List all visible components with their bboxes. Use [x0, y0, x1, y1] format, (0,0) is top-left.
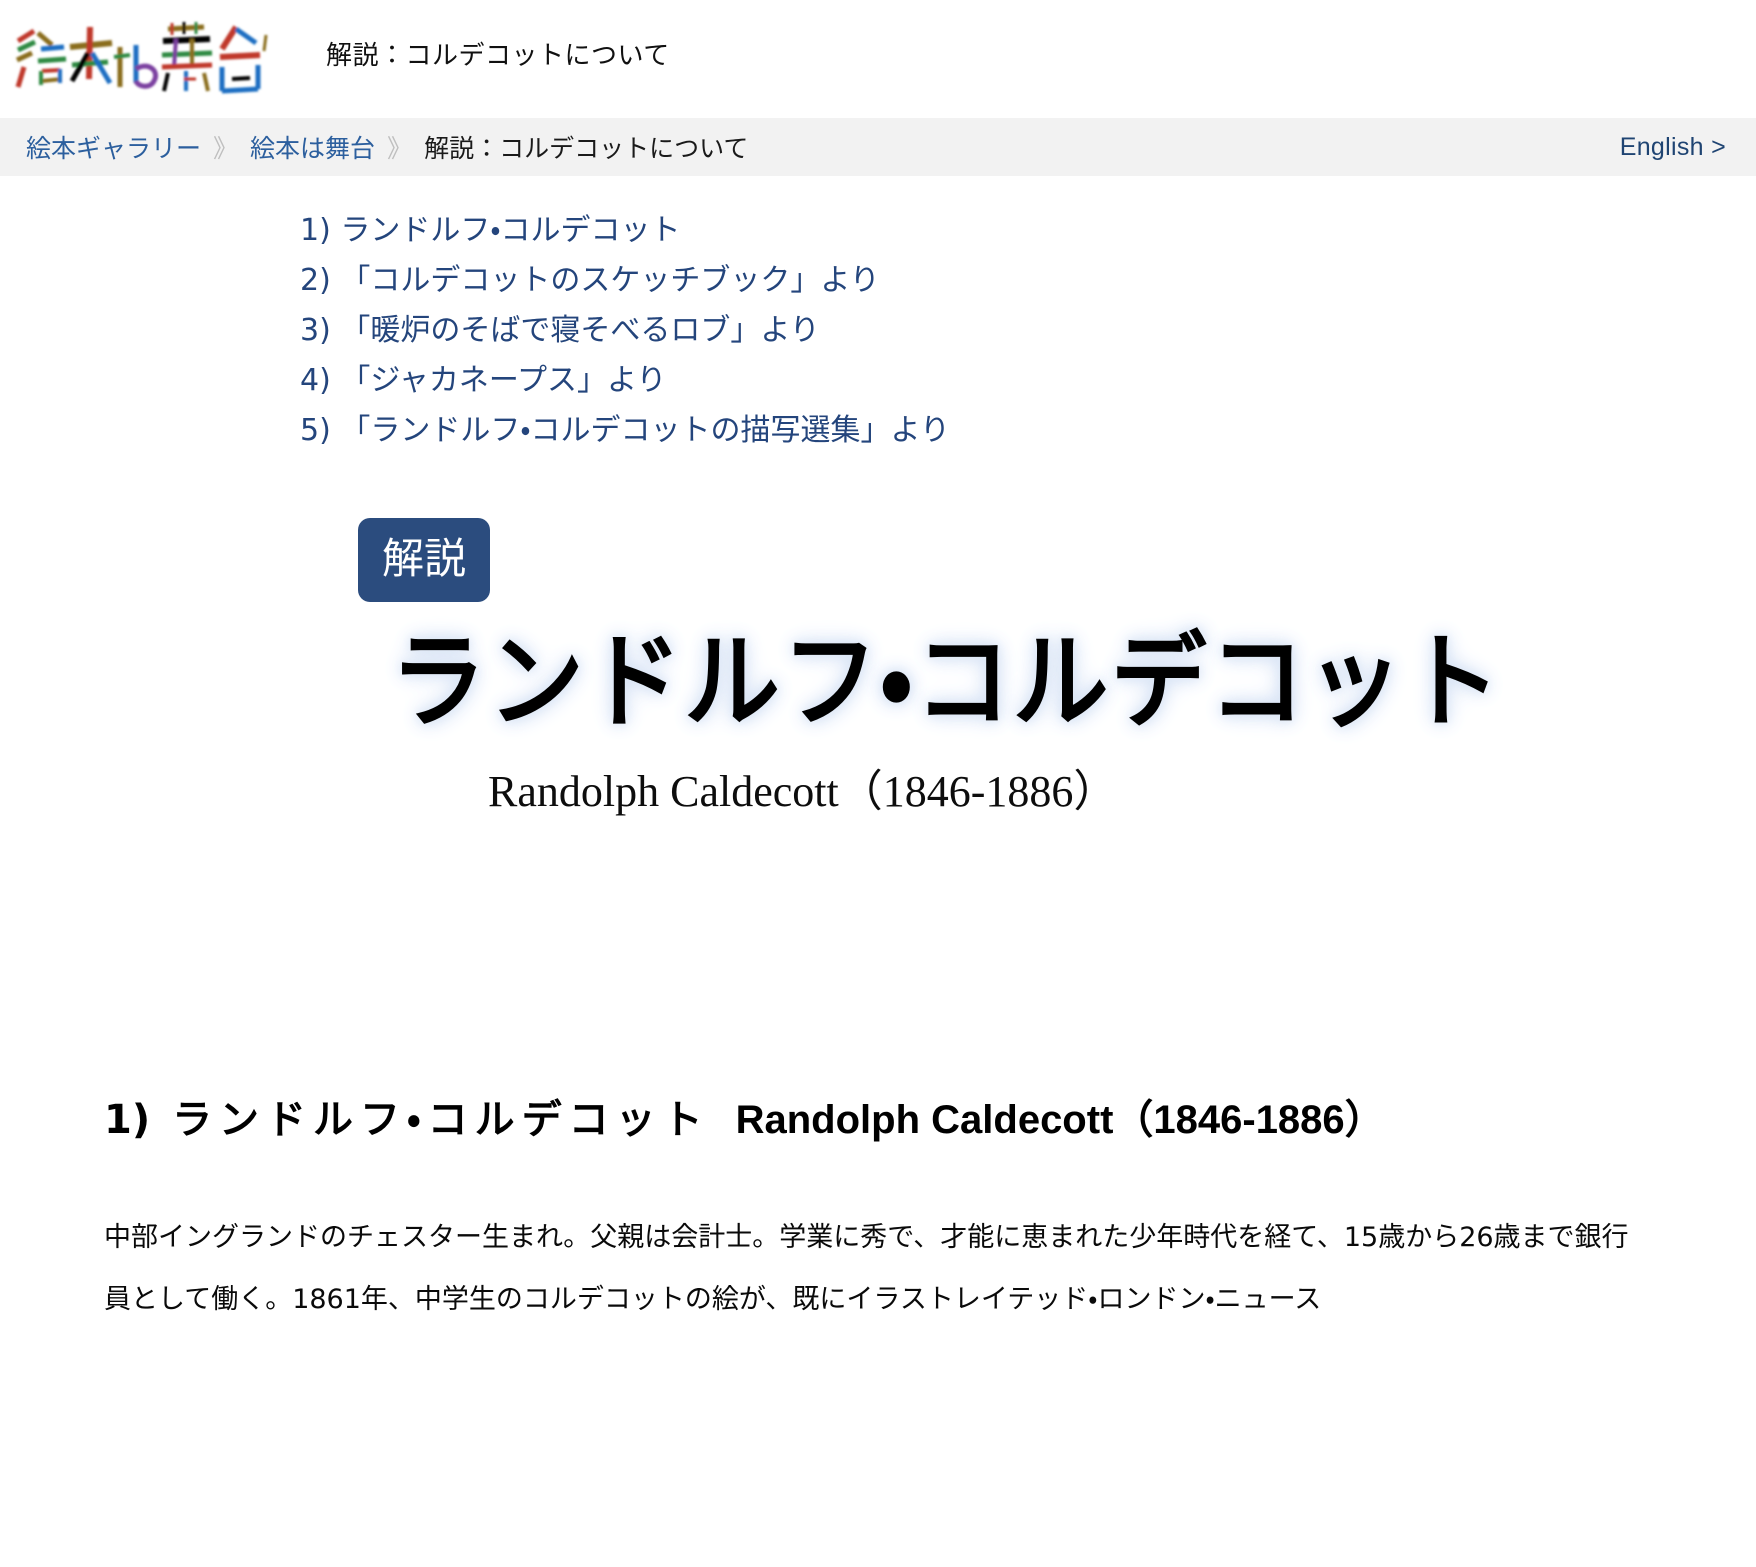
main-content: 1) ランドルフ・コルデコット 2) 「コルデコットのスケッチブック」より 3)…: [0, 176, 1756, 1331]
breadcrumb-item-gallery[interactable]: 絵本ギャラリー: [26, 129, 201, 165]
toc-item-2-label: 「コルデコットのスケッチブック」より: [340, 263, 880, 298]
feature-title-art: ランドルフ・コルデコット Randolph Caldecott（1846-188…: [0, 628, 1756, 819]
toc-item-5-number: 5): [300, 413, 331, 448]
breadcrumb: 絵本ギャラリー 》 絵本は舞台 》 解説：コルデコットについて: [26, 129, 748, 165]
feature-badge-wrap: 解説: [0, 518, 1756, 602]
toc-item-3[interactable]: 3) 「暖炉のそばで寝そべるロブ」より: [0, 306, 1756, 356]
toc-item-1[interactable]: 1) ランドルフ・コルデコット: [0, 206, 1756, 256]
section-body: 中部イングランドのチェスター生まれ。父親は会計士。学業に秀で、才能に恵まれた少年…: [0, 1145, 1756, 1331]
toc-item-5-label: 「ランドルフ・コルデコットの描写選集」より: [340, 413, 950, 448]
breadcrumb-separator-2: 》: [387, 134, 413, 163]
breadcrumb-item-ehon-wa-butai[interactable]: 絵本は舞台: [250, 129, 375, 165]
toc-item-2[interactable]: 2) 「コルデコットのスケッチブック」より: [0, 256, 1756, 306]
toc-item-1-number: 1): [300, 213, 331, 248]
feature-title-english: Randolph Caldecott（1846-1886）: [488, 766, 1118, 816]
toc-item-3-label: 「暖炉のそばで寝そべるロブ」より: [340, 313, 820, 348]
section-heading-english: Randolph Caldecott（1846-1886）: [735, 1097, 1385, 1142]
toc-item-4-number: 4): [300, 363, 331, 398]
section-heading-number: 1): [104, 1096, 151, 1143]
table-of-contents: 1) ランドルフ・コルデコット 2) 「コルデコットのスケッチブック」より 3)…: [0, 176, 1756, 456]
toc-item-3-number: 3): [300, 313, 331, 348]
breadcrumb-item-current: 解説：コルデコットについて: [424, 134, 749, 163]
toc-item-1-label: ランドルフ・コルデコット: [340, 213, 681, 248]
toc-item-5[interactable]: 5) 「ランドルフ・コルデコットの描写選集」より: [0, 406, 1756, 456]
section-body-paragraph: 中部イングランドのチェスター生まれ。父親は会計士。学業に秀で、才能に恵まれた少年…: [104, 1221, 1629, 1315]
site-header: 解説：コルデコットについて: [0, 0, 1756, 118]
feature-title-japanese: ランドルフ・コルデコット: [390, 621, 1503, 743]
breadcrumb-separator-1: 》: [213, 134, 239, 163]
toc-item-2-number: 2): [300, 263, 331, 298]
toc-item-4[interactable]: 4) 「ジャカネープス」より: [0, 356, 1756, 406]
status-badge: 解説: [358, 518, 491, 602]
toc-item-4-label: 「ジャカネープス」より: [340, 363, 667, 398]
breadcrumb-bar: 絵本ギャラリー 》 絵本は舞台 》 解説：コルデコットについて English …: [0, 118, 1756, 176]
section-heading-japanese: ランドルフ・コルデコット: [172, 1096, 710, 1143]
language-switch-link[interactable]: English >: [1620, 133, 1726, 162]
page-title: 解説：コルデコットについて: [326, 41, 670, 71]
section-heading: 1) ランドルフ・コルデコット Randolph Caldecott（1846-…: [0, 819, 1756, 1145]
site-logo[interactable]: [8, 17, 284, 103]
